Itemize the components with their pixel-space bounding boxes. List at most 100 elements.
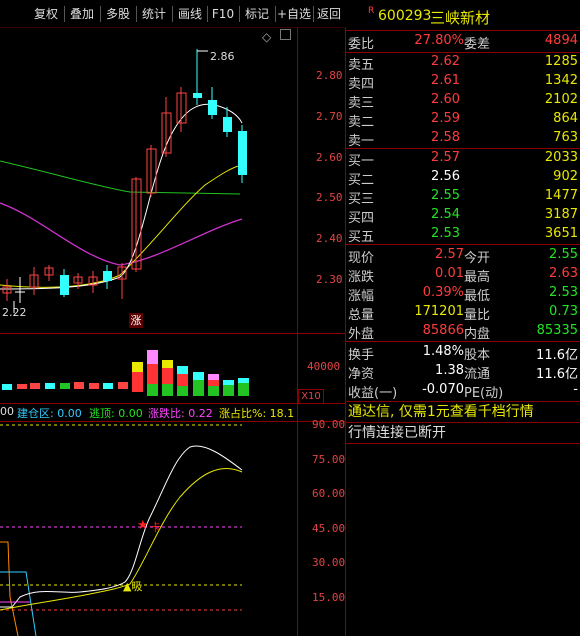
weibi-label: 委比 (348, 37, 375, 52)
sell5-row[interactable]: 卖五 2.62 1285 (346, 53, 580, 73)
indicator-axis-label: 45.00 (312, 522, 346, 535)
chart-toolbar: 复权 叠加 多股 统计 画线 F10 标记 +自选 返回 (0, 0, 344, 28)
indicator-axis-label: 90.00 (312, 418, 346, 431)
candle-down (223, 117, 232, 132)
stock-code: 600293 (378, 8, 432, 24)
indicator-value-zhangdiebi: 涨跌比: 0.22 (148, 407, 213, 420)
add-watchlist-button[interactable]: +自选 (276, 4, 312, 24)
stat-label: 总量 (348, 308, 375, 323)
sell1-row[interactable]: 卖一 2.58 763 (346, 129, 580, 149)
candle-down (238, 131, 247, 175)
sell-price: 2.60 (431, 92, 460, 107)
sell-volume: 763 (553, 130, 578, 145)
yellow-line (0, 467, 243, 611)
buy-signal-label: ▲吸 (123, 580, 143, 593)
sell3-row[interactable]: 卖三 2.60 2102 (346, 91, 580, 111)
sell-price: 2.59 (431, 111, 460, 126)
mark-button[interactable]: 标记 (241, 4, 273, 24)
price-axis-label: 2.40 (316, 232, 343, 245)
sell-volume: 1342 (544, 73, 578, 88)
sell-volume: 2102 (544, 92, 578, 107)
toolbar-divider (136, 6, 137, 22)
buy-label: 买三 (348, 192, 375, 207)
stat-value: 171201 (414, 304, 464, 319)
sell-volume: 1285 (544, 54, 578, 69)
indicator-value-jiancang: 建仓区: 0.00 (17, 407, 82, 420)
draw-line-button[interactable]: 画线 (174, 4, 206, 24)
toolbar-divider (100, 6, 101, 22)
connection-status: 行情连接已断开 (348, 425, 446, 441)
volume-chart[interactable] (0, 334, 297, 403)
kline-chart[interactable] (0, 27, 297, 333)
fuquan-button[interactable]: 复权 (30, 4, 62, 24)
weibi-row: 委比 27.80% 委差 4894 (346, 32, 580, 52)
candle-down (103, 271, 112, 281)
stat-value: 85866 (422, 323, 464, 338)
buy1-row[interactable]: 买一 2.57 2033 (346, 149, 580, 169)
indicator-axis-label: 60.00 (312, 487, 346, 500)
stat-value: 2.55 (549, 247, 578, 262)
buy-volume: 3187 (544, 207, 578, 222)
stat-row: 外盘 85866 内盘 85335 (346, 322, 580, 342)
finance-row: 收益(一) -0.070 PE(动) - (346, 381, 580, 401)
volume-unit-label: X10 (298, 389, 324, 404)
statistics-button[interactable]: 统计 (138, 4, 170, 24)
multi-stock-button[interactable]: 多股 (102, 4, 134, 24)
buy5-row[interactable]: 买五 2.53 3651 (346, 225, 580, 245)
limit-up-badge[interactable]: 涨 (129, 313, 143, 328)
stat-value: 2.53 (549, 285, 578, 300)
stat-label: 最高 (464, 270, 491, 285)
orange-line (0, 541, 19, 636)
buy-price: 2.57 (431, 150, 460, 165)
stat-row: 涨幅 0.39% 最低 2.53 (346, 284, 580, 304)
buy-label: 买四 (348, 211, 375, 226)
sell2-row[interactable]: 卖二 2.59 864 (346, 110, 580, 130)
stat-row: 现价 2.57 今开 2.55 (346, 246, 580, 266)
volume-axis-label: 40000 (307, 360, 341, 373)
finance-value: -0.070 (422, 382, 464, 397)
stat-label: 外盘 (348, 327, 375, 342)
buy-label: 买一 (348, 154, 375, 169)
stat-value: 2.63 (549, 266, 578, 281)
finance-value: 1.48% (422, 344, 464, 359)
promo-link[interactable]: 通达信, 仅需1元查看千档行情 (346, 402, 580, 422)
axis-divider (297, 27, 298, 636)
stock-name: 三峡新材 (430, 9, 491, 27)
back-button[interactable]: 返回 (314, 4, 344, 24)
toolbar-divider (64, 6, 65, 22)
buy-volume: 1477 (544, 188, 578, 203)
quote-panel: R 600293 三峡新材 委比 27.80% 委差 4894 卖五 2.62 … (346, 0, 580, 636)
sell-volume: 864 (553, 111, 578, 126)
stat-label: 最低 (464, 289, 491, 304)
weicha-value: 4894 (544, 33, 578, 48)
buy2-row[interactable]: 买二 2.56 902 (346, 168, 580, 188)
price-axis-label: 2.80 (316, 69, 343, 82)
price-axis-label: 2.50 (316, 191, 343, 204)
sell-price: 2.61 (431, 73, 460, 88)
f10-button[interactable]: F10 (209, 4, 237, 24)
indicator-axis-label: 75.00 (312, 453, 346, 466)
stat-label: 涨跌 (348, 270, 375, 285)
candle-down (60, 275, 69, 295)
stat-label: 现价 (348, 251, 375, 266)
buy-price: 2.56 (431, 169, 460, 184)
sell4-row[interactable]: 卖四 2.61 1342 (346, 72, 580, 92)
ma60-line (0, 160, 241, 195)
finance-row: 净资 1.38 流通 11.6亿 (346, 362, 580, 382)
divider (346, 244, 580, 245)
sell-label: 卖四 (348, 77, 375, 92)
stat-row: 总量 171201 量比 0.73 (346, 303, 580, 323)
buy4-row[interactable]: 买四 2.54 3187 (346, 206, 580, 226)
finance-label: 换手 (348, 348, 375, 363)
divider (346, 30, 580, 31)
stat-row: 涨跌 0.01 最高 2.63 (346, 265, 580, 285)
ma5-line (0, 103, 243, 290)
sell-label: 卖三 (348, 96, 375, 111)
low-price-label: 2.22 (2, 306, 27, 319)
high-price-label: 2.86 (210, 50, 235, 63)
overlay-button[interactable]: 叠加 (66, 4, 98, 24)
buy3-row[interactable]: 买三 2.55 1477 (346, 187, 580, 207)
stat-label: 内盘 (464, 327, 491, 342)
finance-label: 净资 (348, 367, 375, 382)
sell-label: 卖一 (348, 134, 375, 149)
